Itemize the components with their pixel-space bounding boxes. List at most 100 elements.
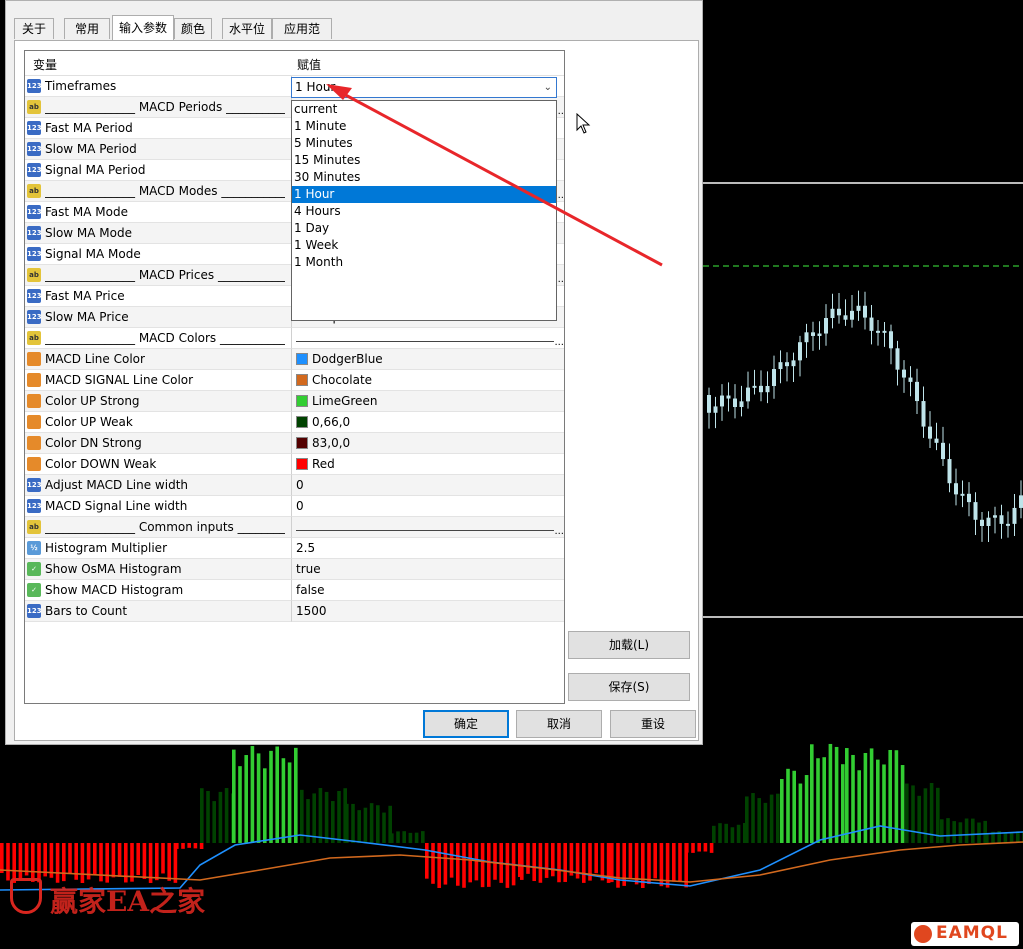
parameter-name-cell: 123 MACD Signal Line width bbox=[25, 496, 292, 517]
parameter-value: true bbox=[296, 562, 321, 576]
ok-button[interactable]: 确定 bbox=[423, 710, 509, 738]
parameter-value-cell[interactable]: false bbox=[292, 580, 564, 601]
histogram-bar bbox=[544, 843, 549, 878]
parameter-row[interactable]: Color DN Strong 83,0,0 bbox=[25, 433, 564, 454]
parameter-value-cell[interactable]: 0 bbox=[292, 496, 564, 517]
histogram-bar bbox=[563, 843, 567, 882]
parameter-value-cell[interactable]: LimeGreen bbox=[292, 391, 564, 412]
parameter-row[interactable]: ½ Histogram Multiplier 2.5 bbox=[25, 538, 564, 559]
parameter-row[interactable]: Color UP Weak 0,66,0 bbox=[25, 412, 564, 433]
histogram-bar bbox=[449, 843, 454, 878]
parameter-name: Timeframes bbox=[45, 79, 117, 93]
parameter-name: _______________ MACD Colors ____________… bbox=[45, 331, 285, 345]
parameter-row[interactable]: 123 Bars to Count 1500 bbox=[25, 601, 564, 622]
boolean-icon: ✓ bbox=[27, 562, 41, 576]
histogram-bar bbox=[958, 822, 963, 843]
macd-histogram bbox=[0, 743, 1023, 888]
parameter-row[interactable]: ab _______________ Common inputs ________… bbox=[25, 517, 564, 542]
cancel-button[interactable]: 取消 bbox=[516, 710, 602, 738]
chevron-down-icon[interactable]: ⌄ bbox=[544, 78, 552, 97]
histogram-bar bbox=[37, 843, 41, 883]
tab-common[interactable]: 常用 bbox=[64, 18, 110, 39]
parameter-row[interactable]: MACD SIGNAL Line Color Chocolate bbox=[25, 370, 564, 391]
tab-colors[interactable]: 颜色 bbox=[174, 18, 212, 39]
histogram-bar bbox=[218, 791, 223, 843]
parameter-row[interactable]: Color DOWN Weak Red bbox=[25, 454, 564, 475]
parameter-row[interactable]: MACD Line Color DodgerBlue bbox=[25, 349, 564, 370]
candle-body bbox=[882, 330, 887, 333]
timeframes-dropdown-list[interactable]: current 1 Minute 5 Minutes 15 Minutes 30 Min… bbox=[291, 100, 557, 321]
parameter-row[interactable]: ab _______________ MACD Colors __________… bbox=[25, 328, 564, 353]
candle-body bbox=[778, 362, 783, 370]
candle-body bbox=[804, 332, 809, 343]
tab-about[interactable]: 关于 bbox=[14, 18, 54, 39]
dropdown-option[interactable]: current bbox=[292, 101, 556, 118]
parameter-value-cell[interactable]: true bbox=[292, 559, 564, 580]
tab-inputs[interactable]: 输入参数 bbox=[112, 15, 174, 40]
parameter-value-cell[interactable] bbox=[292, 517, 564, 542]
parameter-value-cell[interactable]: 1500 bbox=[292, 601, 564, 622]
save-button[interactable]: 保存(S) bbox=[568, 673, 690, 701]
parameter-name: Show OsMA Histogram bbox=[45, 562, 182, 576]
histogram-bar bbox=[712, 825, 716, 843]
color-swatch bbox=[296, 395, 308, 407]
eamql-logo-icon bbox=[914, 925, 932, 943]
parameter-value: false bbox=[296, 583, 325, 597]
histogram-bar bbox=[763, 802, 768, 843]
parameter-row[interactable]: 123 Adjust MACD Line width 0 bbox=[25, 475, 564, 496]
dropdown-option[interactable]: 1 Week bbox=[292, 237, 556, 254]
parameter-row[interactable]: ✓ Show MACD Histogram false bbox=[25, 580, 564, 601]
parameter-value-cell[interactable]: Red bbox=[292, 454, 564, 475]
parameter-name-cell: ab _______________ MACD Prices __________… bbox=[25, 265, 292, 286]
dropdown-option[interactable]: 5 Minutes bbox=[292, 135, 556, 152]
dropdown-option[interactable]: 30 Minutes bbox=[292, 169, 556, 186]
integer-icon: 123 bbox=[27, 226, 42, 240]
histogram-bar bbox=[964, 818, 969, 843]
histogram-bar bbox=[232, 749, 236, 843]
histogram-bar bbox=[31, 843, 35, 882]
parameter-value: Red bbox=[312, 457, 335, 471]
dropdown-option[interactable]: 15 Minutes bbox=[292, 152, 556, 169]
column-header-variable[interactable]: 变量 bbox=[33, 56, 57, 73]
integer-icon: 123 bbox=[27, 478, 42, 492]
histogram-bar bbox=[487, 843, 491, 887]
parameter-value-cell[interactable]: 0 bbox=[292, 475, 564, 496]
dropdown-option[interactable]: 4 Hours bbox=[292, 203, 556, 220]
parameter-value-cell[interactable]: 2.5 bbox=[292, 538, 564, 559]
tab-levels[interactable]: 水平位 bbox=[222, 18, 272, 39]
histogram-bar bbox=[1003, 832, 1008, 843]
candle-body bbox=[973, 502, 978, 520]
candle-body bbox=[947, 459, 952, 484]
histogram-bar bbox=[0, 843, 4, 873]
tab-visualization[interactable]: 应用范围 bbox=[272, 18, 332, 57]
histogram-bar bbox=[312, 793, 316, 843]
parameter-value-cell[interactable]: 83,0,0 bbox=[292, 433, 564, 454]
histogram-bar bbox=[557, 843, 561, 883]
integer-icon: 123 bbox=[27, 247, 42, 261]
histogram-bar bbox=[396, 831, 400, 843]
dropdown-option[interactable]: 1 Month bbox=[292, 254, 556, 271]
histogram-bar bbox=[256, 753, 261, 843]
parameter-row[interactable]: 123 MACD Signal Line width 0 bbox=[25, 496, 564, 517]
parameter-name: MACD Signal Line width bbox=[45, 499, 188, 513]
parameter-value-cell[interactable]: 0,66,0 bbox=[292, 412, 564, 433]
timeframes-combobox[interactable]: 1 Hour ⌄ bbox=[291, 77, 557, 98]
parameter-row[interactable]: Color UP Strong LimeGreen bbox=[25, 391, 564, 412]
dropdown-option[interactable]: 1 Day bbox=[292, 220, 556, 237]
histogram-bar bbox=[337, 790, 341, 843]
dropdown-option[interactable]: 1 Hour bbox=[292, 186, 556, 203]
parameter-name-cell: ab _______________ MACD Colors __________… bbox=[25, 328, 292, 349]
parameter-name-cell: ✓ Show MACD Histogram bbox=[25, 580, 292, 601]
parameter-value-cell[interactable] bbox=[292, 328, 564, 353]
parameter-value: 83,0,0 bbox=[312, 436, 351, 450]
histogram-bar bbox=[474, 843, 479, 881]
load-button[interactable]: 加载(L) bbox=[568, 631, 690, 659]
column-header-value[interactable]: 赋值 bbox=[297, 56, 321, 73]
reset-button[interactable]: 重设 bbox=[610, 710, 696, 738]
parameter-row[interactable]: ✓ Show OsMA Histogram true bbox=[25, 559, 564, 580]
parameter-value-cell[interactable]: Chocolate bbox=[292, 370, 564, 391]
parameter-value-cell[interactable]: DodgerBlue bbox=[292, 349, 564, 370]
dropdown-option[interactable]: 1 Minute bbox=[292, 118, 556, 135]
candlesticks bbox=[707, 290, 1023, 542]
histogram-bar bbox=[647, 843, 651, 885]
